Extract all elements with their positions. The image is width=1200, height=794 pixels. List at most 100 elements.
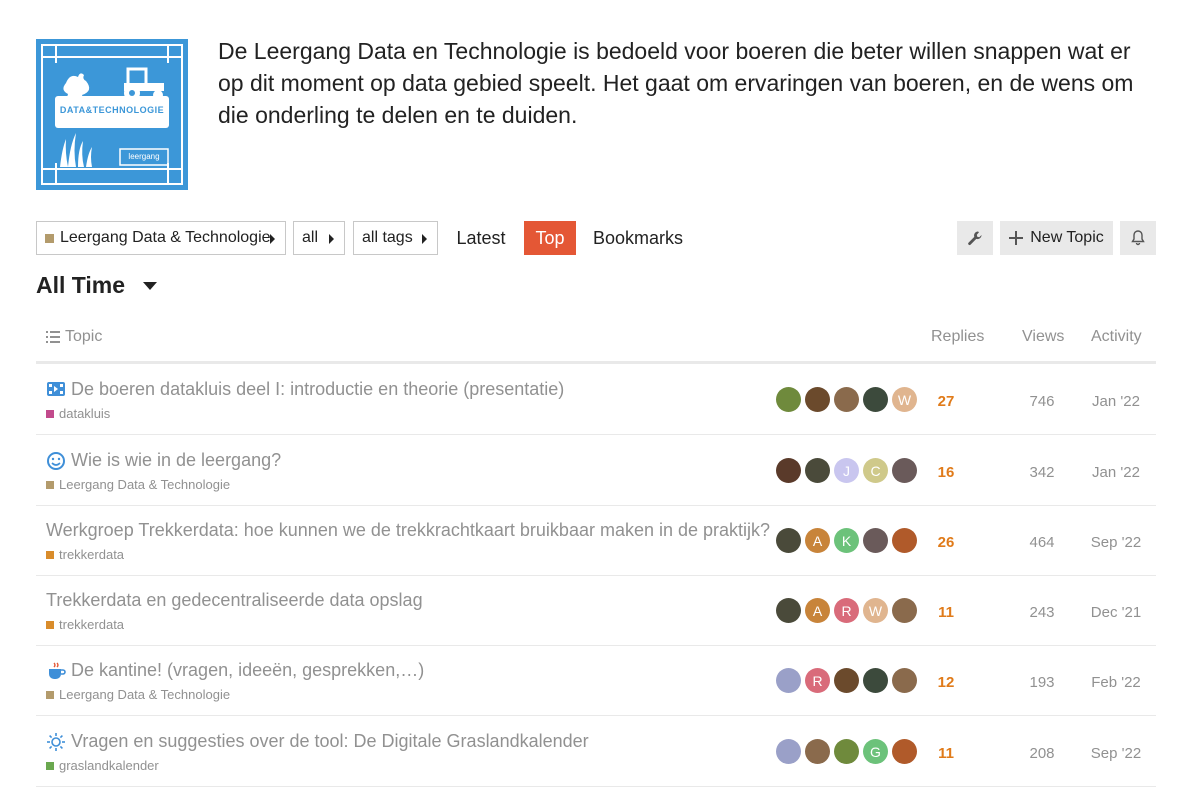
column-activity[interactable]: Activity [1091, 328, 1142, 346]
avatar[interactable]: W [892, 387, 917, 412]
avatar[interactable] [776, 387, 801, 412]
topic-title[interactable]: De kantine! (vragen, ideeën, gesprekken,… [71, 660, 424, 681]
topic-replies[interactable]: 16 [916, 464, 976, 481]
avatar[interactable] [834, 739, 859, 764]
topic-category-badge[interactable]: datakluis [46, 406, 110, 421]
avatar[interactable] [863, 668, 888, 693]
video-icon [46, 380, 66, 400]
topic-replies[interactable]: 11 [916, 604, 976, 621]
topic-views: 208 [1029, 745, 1055, 762]
tags-dropdown[interactable]: all tags [353, 221, 438, 255]
topic-list-header: Topic Replies Views Activity [36, 322, 1156, 364]
topic-category-badge[interactable]: Leergang Data & Technologie [46, 477, 230, 492]
avatar[interactable]: A [805, 528, 830, 553]
topic-row[interactable]: De boeren datakluis deel I: introductie … [36, 365, 1156, 435]
category-swatch [45, 233, 54, 243]
avatar[interactable] [776, 598, 801, 623]
topic-category-label: Leergang Data & Technologie [59, 687, 231, 702]
topic-activity[interactable]: Jan '22 [1081, 393, 1151, 410]
topic-activity[interactable]: Dec '21 [1081, 604, 1151, 621]
tab-bookmarks[interactable]: Bookmarks [588, 221, 688, 255]
avatar[interactable] [892, 598, 917, 623]
tab-latest[interactable]: Latest [446, 221, 516, 255]
tab-top[interactable]: Top [524, 221, 576, 255]
avatar[interactable] [892, 528, 917, 553]
avatar[interactable] [863, 528, 888, 553]
topic-row[interactable]: Trekkerdata en gedecentraliseerde data o… [36, 576, 1156, 646]
topic-title[interactable]: Trekkerdata en gedecentraliseerde data o… [46, 590, 423, 611]
topic-activity[interactable]: Jan '22 [1081, 464, 1151, 481]
topic-replies[interactable]: 12 [916, 674, 976, 691]
subcategory-dropdown-label: all [302, 229, 319, 246]
topic-category-label: datakluis [59, 406, 111, 421]
period-label: All Time [36, 272, 126, 298]
topic-activity[interactable]: Sep '22 [1081, 745, 1151, 762]
topic-row[interactable]: De kantine! (vragen, ideeën, gesprekken,… [36, 646, 1156, 716]
topic-replies[interactable]: 26 [916, 534, 976, 551]
topic-views: 464 [1029, 534, 1055, 551]
avatar[interactable] [892, 668, 917, 693]
avatar[interactable] [834, 668, 859, 693]
category-swatch [46, 550, 54, 559]
avatar[interactable]: R [834, 598, 859, 623]
avatar[interactable] [805, 739, 830, 764]
category-swatch [46, 620, 54, 629]
avatar[interactable] [776, 739, 801, 764]
topic-title[interactable]: De boeren datakluis deel I: introductie … [71, 379, 564, 400]
avatar[interactable]: A [805, 598, 830, 623]
avatar[interactable]: G [863, 739, 888, 764]
plus-icon [1009, 231, 1024, 245]
topic-category-badge[interactable]: trekkerdata [46, 547, 124, 562]
topic-views: 746 [1029, 393, 1055, 410]
topic-category-badge[interactable]: Leergang Data & Technologie [46, 687, 230, 702]
topic-activity[interactable]: Feb '22 [1081, 674, 1151, 691]
topic-views: 342 [1029, 464, 1055, 481]
period-selector[interactable]: All Time [36, 272, 158, 299]
topic-row[interactable]: Wie is wie in de leergang? Leergang Data … [36, 436, 1156, 506]
avatar[interactable] [776, 528, 801, 553]
avatar[interactable] [776, 458, 801, 483]
avatar[interactable]: W [863, 598, 888, 623]
topic-category-badge[interactable]: graslandkalender [46, 758, 159, 773]
topic-views: 193 [1029, 674, 1055, 691]
topic-title-link[interactable]: De kantine! (vragen, ideeën, gesprekken,… [46, 660, 424, 681]
topic-title[interactable]: Vragen en suggesties over de tool: De Di… [71, 731, 589, 752]
topic-row[interactable]: Vragen en suggesties over de tool: De Di… [36, 717, 1156, 787]
topic-title[interactable]: Wie is wie in de leergang? [71, 450, 281, 471]
new-topic-button[interactable]: New Topic [1000, 221, 1113, 255]
avatar[interactable] [892, 458, 917, 483]
avatar[interactable]: R [805, 668, 830, 693]
topic-activity[interactable]: Sep '22 [1081, 534, 1151, 551]
avatar[interactable] [776, 668, 801, 693]
topic-replies[interactable]: 11 [916, 745, 976, 762]
avatar[interactable] [805, 387, 830, 412]
topic-title-link[interactable]: Vragen en suggesties over de tool: De Di… [46, 731, 589, 752]
avatar[interactable]: C [863, 458, 888, 483]
topic-title-link[interactable]: Wie is wie in de leergang? [46, 450, 281, 471]
topic-views: 243 [1029, 604, 1055, 621]
avatar[interactable]: J [834, 458, 859, 483]
category-dropdown-label: Leergang Data & Technologie [60, 229, 271, 246]
category-settings-button[interactable] [957, 221, 993, 255]
topic-category-badge[interactable]: trekkerdata [46, 617, 124, 632]
avatar[interactable] [863, 387, 888, 412]
subcategory-dropdown[interactable]: all [293, 221, 345, 255]
logo-subtitle: leergang [128, 152, 160, 161]
column-topic[interactable]: Topic [46, 328, 102, 346]
avatar[interactable] [805, 458, 830, 483]
topic-replies[interactable]: 27 [916, 393, 976, 410]
topic-title[interactable]: Werkgroep Trekkerdata: hoe kunnen we de … [46, 520, 770, 541]
avatar[interactable] [892, 739, 917, 764]
topic-row[interactable]: Werkgroep Trekkerdata: hoe kunnen we de … [36, 506, 1156, 576]
column-replies[interactable]: Replies [931, 328, 984, 346]
topic-title-link[interactable]: De boeren datakluis deel I: introductie … [46, 379, 564, 400]
topic-title-link[interactable]: Trekkerdata en gedecentraliseerde data o… [46, 590, 423, 611]
topic-title-link[interactable]: Werkgroep Trekkerdata: hoe kunnen we de … [46, 520, 770, 541]
avatar[interactable]: K [834, 528, 859, 553]
category-dropdown[interactable]: Leergang Data & Technologie [36, 221, 286, 255]
column-views[interactable]: Views [1022, 328, 1064, 346]
notifications-button[interactable] [1120, 221, 1156, 255]
avatar[interactable] [834, 387, 859, 412]
topic-category-label: trekkerdata [59, 547, 125, 562]
category-logo: DATA&TECHNOLOGIE leergang [36, 39, 188, 190]
